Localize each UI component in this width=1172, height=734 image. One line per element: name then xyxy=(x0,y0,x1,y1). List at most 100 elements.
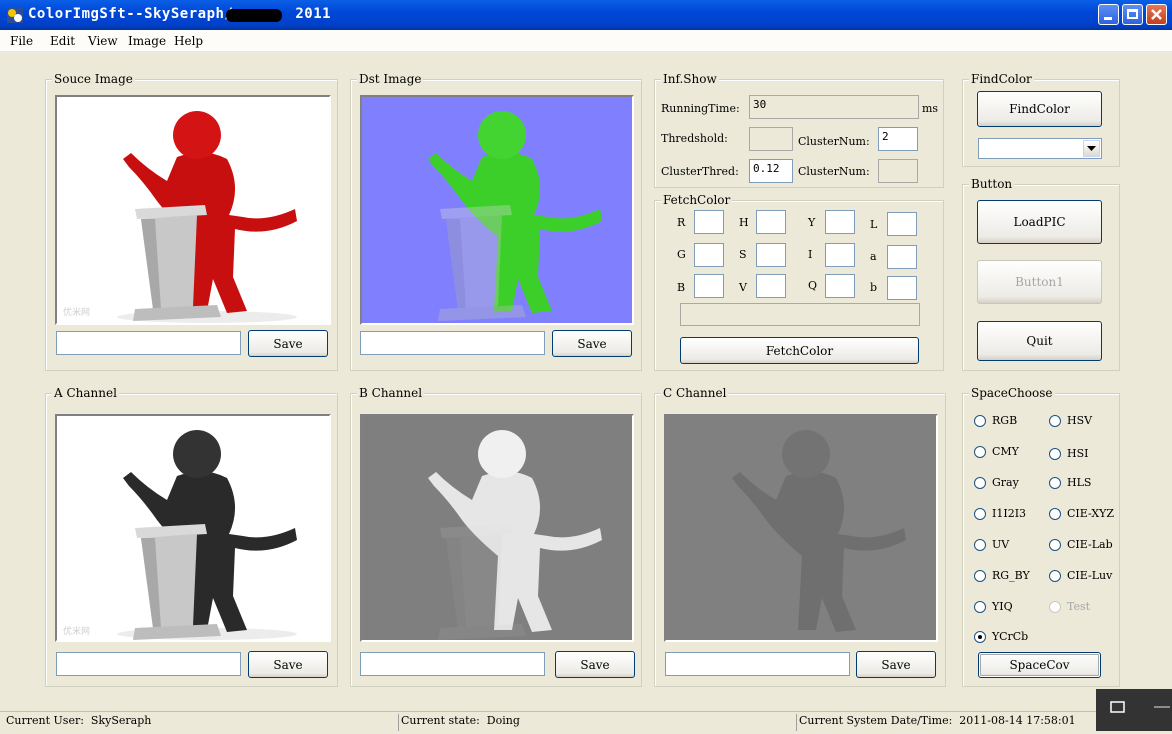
status-user: Current User: SkySeraph xyxy=(6,714,152,727)
dst-save-button[interactable]: Save xyxy=(552,330,632,357)
menu-edit[interactable]: Edit xyxy=(50,34,75,48)
c-channel-view xyxy=(664,414,938,642)
cluster-num2-field[interactable] xyxy=(878,159,918,183)
source-image-view: 优米网 xyxy=(55,95,331,325)
redaction-mark xyxy=(226,9,282,22)
c-channel-label: C Channel xyxy=(661,386,729,400)
close-button[interactable] xyxy=(1146,4,1167,25)
fetch-r-field[interactable] xyxy=(694,210,724,234)
fetch-letter-b-lower: b xyxy=(870,281,878,294)
find-color-label: FindColor xyxy=(969,72,1034,86)
dst-image-label: Dst Image xyxy=(357,72,424,86)
cluster-thred-label: ClusterThred: xyxy=(661,165,739,178)
fetch-letter-i: I xyxy=(808,248,813,261)
close-icon xyxy=(1151,9,1162,20)
b-channel-save-button[interactable]: Save xyxy=(555,651,635,678)
radio-i1i2i3[interactable]: I1I2I3 xyxy=(974,507,1026,520)
cluster-num-field[interactable]: 2 xyxy=(878,127,918,151)
radio-cmy[interactable]: CMY xyxy=(974,445,1019,458)
b-channel-image xyxy=(428,430,602,640)
fetch-color-label: FetchColor xyxy=(661,193,733,207)
c-channel-path-field[interactable] xyxy=(665,652,850,676)
fetch-a-field[interactable] xyxy=(887,245,917,269)
title-bar[interactable]: ColorImgSft--SkySeraph/2011 xyxy=(0,0,1172,30)
radio-cie-luv[interactable]: CIE-Luv xyxy=(1049,569,1112,582)
source-image-label: Souce Image xyxy=(52,72,135,86)
a-channel-image: 优米网 xyxy=(63,430,297,640)
menu-image[interactable]: Image xyxy=(128,34,166,48)
a-channel-save-button[interactable]: Save xyxy=(248,651,328,678)
load-pic-button[interactable]: LoadPIC xyxy=(977,200,1102,244)
radio-gray[interactable]: Gray xyxy=(974,476,1019,489)
b-channel-label: B Channel xyxy=(357,386,425,400)
dst-path-field[interactable] xyxy=(360,331,545,355)
maximize-button[interactable] xyxy=(1122,4,1143,25)
fetch-h-field[interactable] xyxy=(756,210,786,234)
c-channel-image xyxy=(732,430,906,632)
source-save-button[interactable]: Save xyxy=(248,330,328,357)
quit-button[interactable]: Quit xyxy=(977,321,1102,361)
source-image: 优米网 xyxy=(63,111,297,323)
button1-button[interactable]: Button1 xyxy=(977,260,1102,304)
fetch-letter-l: L xyxy=(870,218,878,231)
running-time-unit: ms xyxy=(922,102,939,115)
a-channel-label: A Channel xyxy=(52,386,119,400)
screen-overlay-thumbnail xyxy=(1096,689,1172,731)
status-datetime: Current System Date/Time: 2011-08-14 17:… xyxy=(796,714,1096,731)
fetch-letter-r: R xyxy=(677,216,686,229)
radio-ycrcb[interactable]: YCrCb xyxy=(974,630,1028,643)
a-channel-view: 优米网 xyxy=(55,414,331,642)
fetch-letter-q: Q xyxy=(808,279,818,292)
chevron-down-icon[interactable] xyxy=(1083,140,1100,157)
fetch-y-field[interactable] xyxy=(825,210,855,234)
fetch-letter-y: Y xyxy=(808,216,816,229)
fetch-g-field[interactable] xyxy=(694,243,724,267)
running-time-field[interactable]: 30 xyxy=(749,95,919,119)
fetch-v-field[interactable] xyxy=(756,274,786,298)
space-cov-button[interactable]: SpaceCov xyxy=(978,652,1101,678)
a-channel-watermark: 优米网 xyxy=(63,625,90,637)
fetch-i-field[interactable] xyxy=(825,243,855,267)
source-watermark: 优米网 xyxy=(63,306,90,318)
radio-cie-lab[interactable]: CIE-Lab xyxy=(1049,538,1113,551)
dst-image-view xyxy=(360,95,634,325)
button-group-label: Button xyxy=(969,177,1015,191)
menu-file[interactable]: File xyxy=(10,34,33,48)
fetch-color-button[interactable]: FetchColor xyxy=(680,337,919,364)
a-channel-path-field[interactable] xyxy=(56,652,241,676)
threshold-field[interactable] xyxy=(749,127,793,151)
radio-rgb[interactable]: RGB xyxy=(974,414,1017,427)
radio-hsi[interactable]: HSI xyxy=(1049,447,1088,460)
fetch-l-field[interactable] xyxy=(887,212,917,236)
app-icon xyxy=(7,7,23,23)
cluster-thred-field[interactable]: 0.12 xyxy=(749,159,793,183)
radio-rg-by[interactable]: RG_BY xyxy=(974,569,1030,582)
space-choose-label: SpaceChoose xyxy=(969,386,1055,400)
radio-hsv[interactable]: HSV xyxy=(1049,414,1092,427)
fetch-letter-a: a xyxy=(870,250,877,263)
fetch-b-field[interactable] xyxy=(694,274,724,298)
fetch-b-lower-field[interactable] xyxy=(887,276,917,300)
radio-cie-xyz[interactable]: CIE-XYZ xyxy=(1049,507,1114,520)
menu-help[interactable]: Help xyxy=(174,34,203,48)
status-bar: Current User: SkySeraph Current state: D… xyxy=(0,711,1172,731)
b-channel-view xyxy=(360,414,634,642)
fetch-s-field[interactable] xyxy=(756,243,786,267)
fetch-letter-h: H xyxy=(739,216,749,229)
minimize-button[interactable] xyxy=(1098,4,1119,25)
status-state: Current state: Doing xyxy=(398,714,796,731)
radio-hls[interactable]: HLS xyxy=(1049,476,1091,489)
radio-test[interactable]: Test xyxy=(1049,600,1090,613)
radio-uv[interactable]: UV xyxy=(974,538,1009,551)
find-color-dropdown[interactable] xyxy=(978,138,1102,159)
source-path-field[interactable] xyxy=(56,331,241,355)
b-channel-path-field[interactable] xyxy=(360,652,545,676)
c-channel-save-button[interactable]: Save xyxy=(856,651,936,678)
radio-yiq[interactable]: YIQ xyxy=(974,600,1013,613)
dst-image xyxy=(428,111,602,321)
fetch-q-field[interactable] xyxy=(825,274,855,298)
find-color-button[interactable]: FindColor xyxy=(977,91,1102,127)
menu-bar: File Edit View Image Help xyxy=(0,30,1172,50)
cluster-num2-label: ClusterNum: xyxy=(798,165,870,178)
menu-view[interactable]: View xyxy=(88,34,118,48)
